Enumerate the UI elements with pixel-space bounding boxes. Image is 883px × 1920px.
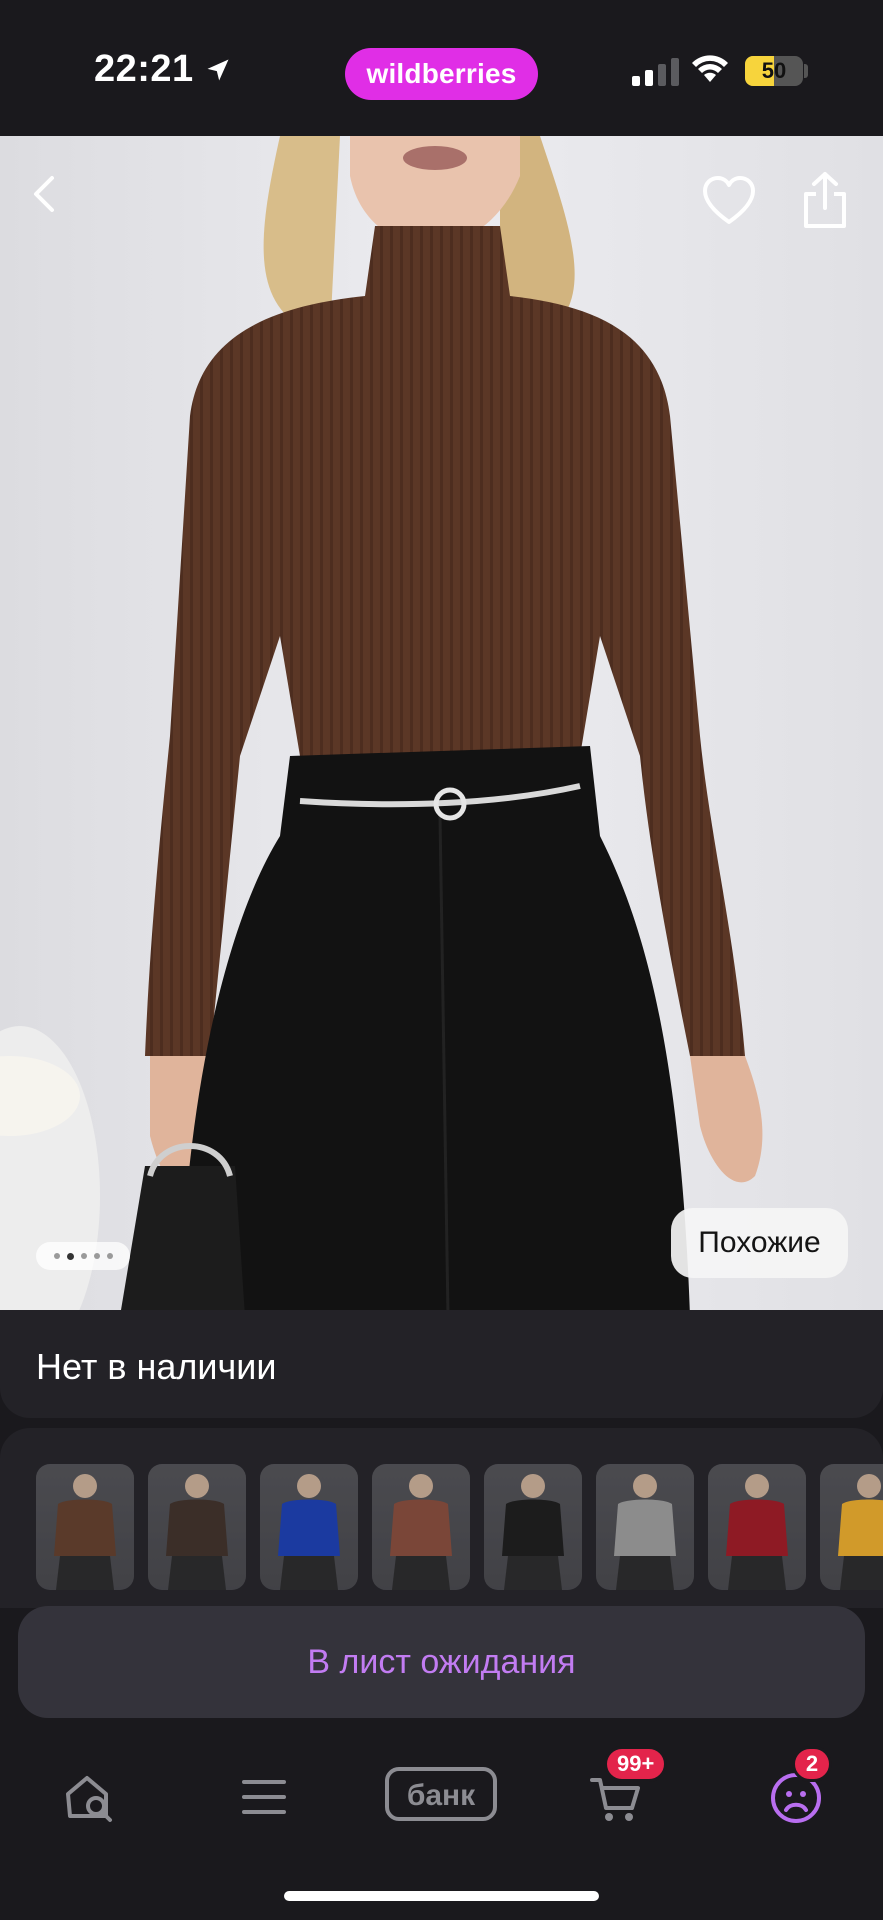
bank-icon: банк <box>385 1767 497 1821</box>
wait-list-label: В лист ожидания <box>307 1642 576 1681</box>
product-photo-gallery[interactable]: Похожие <box>0 136 883 1316</box>
nav-cart[interactable]: 99+ <box>588 1746 668 1831</box>
chevron-left-icon <box>34 176 54 212</box>
variant-thumbnail[interactable] <box>372 1464 470 1590</box>
nav-profile[interactable]: 2 <box>768 1746 832 1831</box>
wait-list-button[interactable]: В лист ожидания <box>18 1606 865 1718</box>
home-indicator <box>284 1891 599 1901</box>
variant-thumbnail[interactable] <box>260 1464 358 1590</box>
color-variants-strip[interactable] <box>0 1428 883 1608</box>
nav-catalog[interactable] <box>240 1770 288 1829</box>
wifi-icon <box>692 55 728 82</box>
pagination-dot <box>80 1253 87 1259</box>
variant-thumbnail[interactable] <box>596 1464 694 1590</box>
share-button[interactable] <box>796 170 854 232</box>
similar-button[interactable]: Похожие <box>671 1208 848 1278</box>
variant-thumbnail[interactable] <box>484 1464 582 1590</box>
pagination-dot <box>93 1253 100 1259</box>
home-search-icon <box>66 1776 112 1822</box>
similar-label: Похожие <box>698 1226 821 1259</box>
variant-thumbnail[interactable] <box>148 1464 246 1590</box>
cellular-signal-icon <box>632 58 679 86</box>
location-arrow-icon <box>207 59 229 80</box>
product-photo <box>0 136 883 1316</box>
nav-search[interactable] <box>62 1770 116 1829</box>
back-button[interactable] <box>30 174 82 226</box>
bank-label: банк <box>407 1779 476 1812</box>
variant-thumbnail[interactable] <box>820 1464 883 1590</box>
brand-label: wildberries <box>366 58 517 89</box>
battery-icon: 50 <box>745 56 803 86</box>
battery-tip <box>804 64 808 78</box>
variant-thumbnail[interactable] <box>708 1464 806 1590</box>
profile-badge: 2 <box>792 1746 832 1782</box>
nav-bank[interactable]: банк <box>384 1766 498 1827</box>
availability-status: Нет в наличии <box>36 1346 277 1387</box>
status-time: 22:21 <box>94 48 232 91</box>
variant-thumbnail[interactable] <box>36 1464 134 1590</box>
cart-badge: 99+ <box>604 1746 668 1782</box>
favorite-button[interactable] <box>700 172 758 230</box>
brand-logo[interactable]: wildberries <box>345 48 538 100</box>
availability-card: Нет в наличии <box>0 1310 883 1418</box>
time-label: 22:21 <box>94 48 194 90</box>
menu-icon <box>242 1780 286 1814</box>
pagination-dot <box>66 1252 74 1260</box>
pagination-dot <box>53 1253 60 1259</box>
heart-icon <box>703 176 755 224</box>
status-bar: 22:21 wildberries 50 <box>0 0 883 136</box>
share-icon <box>804 172 846 228</box>
gallery-pagination <box>36 1242 130 1270</box>
battery-percent: 50 <box>761 58 787 83</box>
pagination-dot <box>106 1253 113 1259</box>
